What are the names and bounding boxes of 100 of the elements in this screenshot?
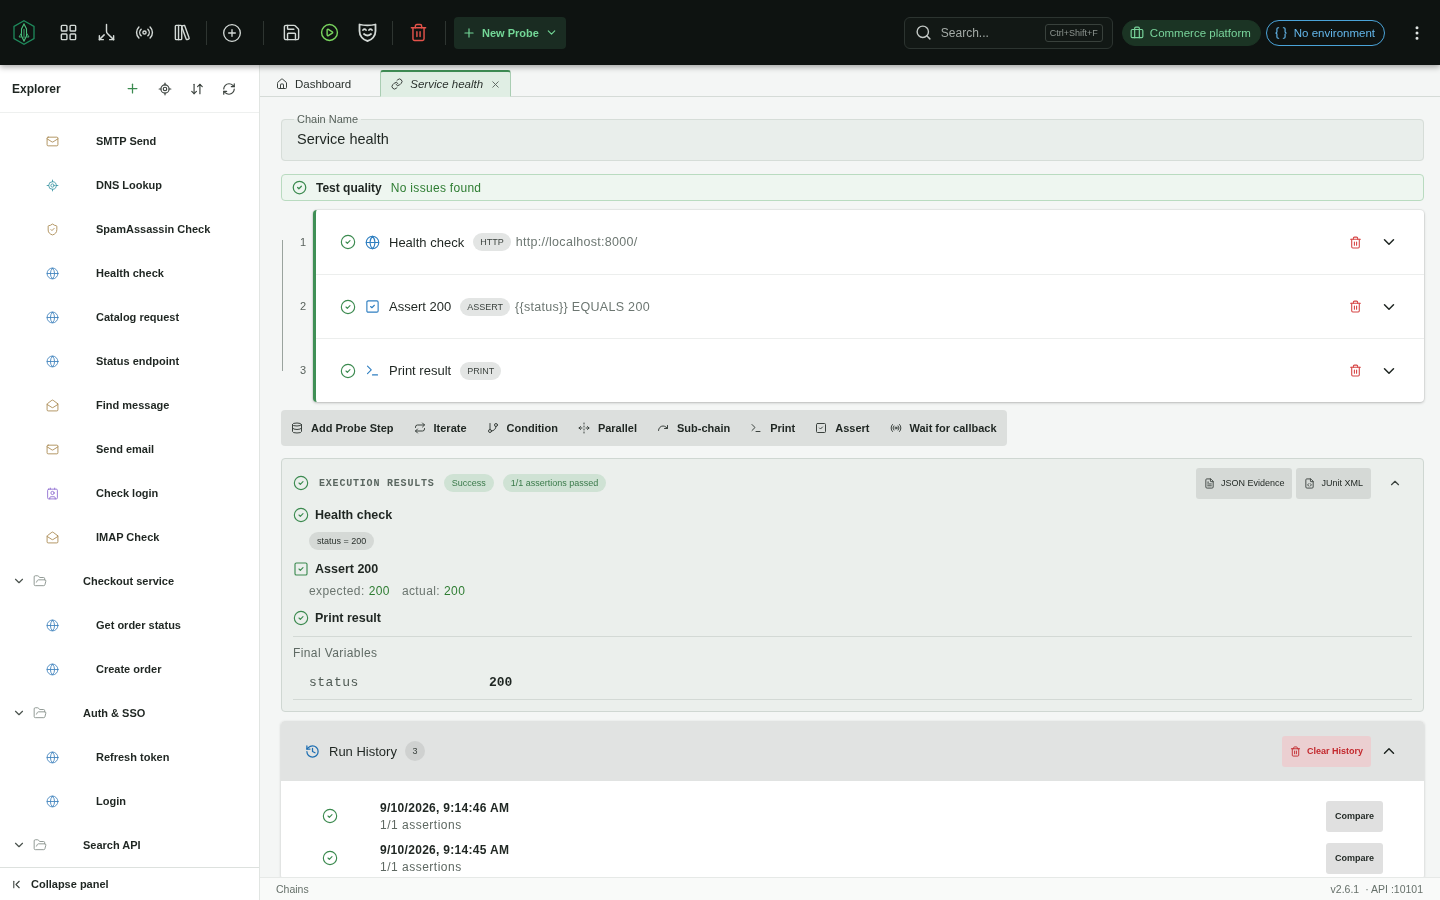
junit-xml-button[interactable]: JUnit XML: [1296, 467, 1371, 499]
trash-icon[interactable]: [1349, 235, 1362, 249]
history-icon: [305, 743, 320, 759]
wait-for-callback-button[interactable]: Wait for callback: [879, 410, 1007, 446]
mask-icon[interactable]: [357, 23, 377, 42]
step-number: 1: [299, 236, 306, 248]
play-icon[interactable]: [319, 23, 339, 42]
open-envelope-icon: [46, 398, 59, 412]
api-label: · API :10101: [1365, 883, 1423, 895]
folder-item[interactable]: Checkout service: [0, 559, 259, 603]
tree-item[interactable]: Get order status: [0, 603, 259, 647]
quality-message: No issues found: [390, 180, 482, 195]
run-timestamp: 9/10/2026, 9:14:46 AM: [380, 800, 510, 815]
tree-item[interactable]: Find message: [0, 383, 259, 427]
shield-check-icon: [46, 222, 59, 236]
tree-item[interactable]: Login: [0, 779, 259, 823]
explorer-title: Explorer: [12, 81, 61, 96]
terminal-icon: [365, 363, 380, 378]
tree-item[interactable]: Create order: [0, 647, 259, 691]
radio-waves-icon: [889, 422, 902, 434]
run-timestamp: 9/10/2026, 9:14:45 AM: [380, 842, 510, 857]
condition-button[interactable]: Condition: [476, 410, 568, 446]
variable-chip: status = 200: [309, 532, 375, 550]
tab[interactable]: Dashboard: [265, 70, 375, 97]
trash-icon[interactable]: [1349, 300, 1362, 313]
tab[interactable]: Service health: [380, 70, 512, 97]
code-file-icon: [1304, 477, 1316, 489]
assertions-badge: 1/1 assertions passed: [502, 474, 607, 492]
books-icon[interactable]: [172, 23, 192, 42]
crosshair-icon: [46, 178, 59, 192]
variable-value: 200: [489, 675, 513, 690]
clear-history-button[interactable]: Clear History: [1281, 735, 1371, 767]
status-section: Chains: [276, 883, 309, 895]
radio-waves-icon[interactable]: [134, 23, 154, 42]
folder-item[interactable]: Search API: [0, 823, 259, 867]
tree-item[interactable]: IMAP Check: [0, 515, 259, 559]
open-folder-icon: [33, 706, 47, 720]
step-number: 3: [299, 364, 306, 376]
print-button[interactable]: Print: [740, 410, 806, 446]
result-step-name: Print result: [315, 611, 381, 625]
chain-name-field[interactable]: Chain Name Service health: [281, 113, 1424, 161]
run-history-title: Run History: [329, 743, 397, 759]
file-icon: [1203, 477, 1215, 489]
tree-item[interactable]: Send email: [0, 427, 259, 471]
plus-icon[interactable]: [125, 81, 140, 96]
sub-chain-button[interactable]: Sub-chain: [647, 410, 741, 446]
field-label: Chain Name: [296, 113, 360, 126]
split-arrows-icon[interactable]: [96, 23, 116, 42]
locate-icon[interactable]: [158, 81, 172, 96]
compare-button[interactable]: Compare: [1326, 800, 1383, 832]
tree-item[interactable]: Health check: [0, 251, 259, 295]
tree-item[interactable]: Refresh token: [0, 735, 259, 779]
tree-item[interactable]: Catalog request: [0, 295, 259, 339]
result-step-name: Assert 200: [315, 562, 379, 576]
save-icon[interactable]: [281, 23, 301, 42]
grid-icon[interactable]: [58, 23, 78, 42]
final-variables-title: Final Variables: [293, 646, 378, 660]
search-field[interactable]: Search...: [940, 25, 1036, 40]
close-icon[interactable]: [490, 78, 502, 90]
step-type-badge: HTTP: [473, 233, 511, 251]
variable-name: status: [309, 675, 359, 690]
hexagon-logo-icon: [13, 20, 35, 45]
chain-name-input[interactable]: Service health: [294, 126, 1411, 152]
run-summary: 1/1 assertions: [380, 859, 462, 874]
parallel-button[interactable]: Parallel: [567, 410, 647, 446]
trash-icon[interactable]: [1349, 364, 1362, 377]
open-envelope-icon: [46, 530, 59, 544]
plus-circle-icon[interactable]: [222, 22, 242, 43]
add-probe-step-button[interactable]: Add Probe Step: [281, 410, 404, 446]
globe-icon: [46, 662, 59, 676]
compare-button[interactable]: Compare: [1326, 842, 1383, 874]
version-label: v2.6.1: [1330, 883, 1360, 895]
repeat-icon: [413, 422, 426, 434]
plus-icon: [462, 25, 476, 40]
step-name: Print result: [389, 363, 452, 378]
tree-item[interactable]: Check login: [0, 471, 259, 515]
step-detail: http://localhost:8000/: [515, 235, 638, 249]
shortcut-hint: Ctrl+Shift+F: [1044, 23, 1103, 42]
search-icon: [914, 24, 932, 41]
workspace-button[interactable]: Commerce platform: [1121, 19, 1261, 46]
curved-arrow-icon: [657, 422, 669, 434]
trash-icon: [1289, 745, 1301, 757]
folder-item[interactable]: Auth & SSO: [0, 691, 259, 735]
tree-item[interactable]: DNS Lookup: [0, 163, 259, 207]
open-folder-icon: [33, 838, 47, 852]
results-title: EXECUTION RESULTS: [319, 477, 435, 489]
json-evidence-button[interactable]: JSON Evidence: [1195, 467, 1293, 499]
refresh-icon[interactable]: [222, 81, 236, 96]
tree-item[interactable]: SpamAssassin Check: [0, 207, 259, 251]
search-box[interactable]: Search... Ctrl+Shift+F: [903, 16, 1113, 49]
trash-icon[interactable]: [408, 23, 428, 42]
actual-value: 200: [444, 584, 466, 598]
checkbox-icon: [365, 299, 380, 314]
tree-item[interactable]: Status endpoint: [0, 339, 259, 383]
tree-item[interactable]: SMTP Send: [0, 119, 259, 163]
globe-icon: [46, 354, 59, 368]
sort-icon[interactable]: [190, 81, 204, 96]
iterate-button[interactable]: Iterate: [403, 410, 477, 446]
new-probe-button[interactable]: New Probe: [454, 16, 566, 49]
assert-button[interactable]: Assert: [805, 410, 880, 446]
